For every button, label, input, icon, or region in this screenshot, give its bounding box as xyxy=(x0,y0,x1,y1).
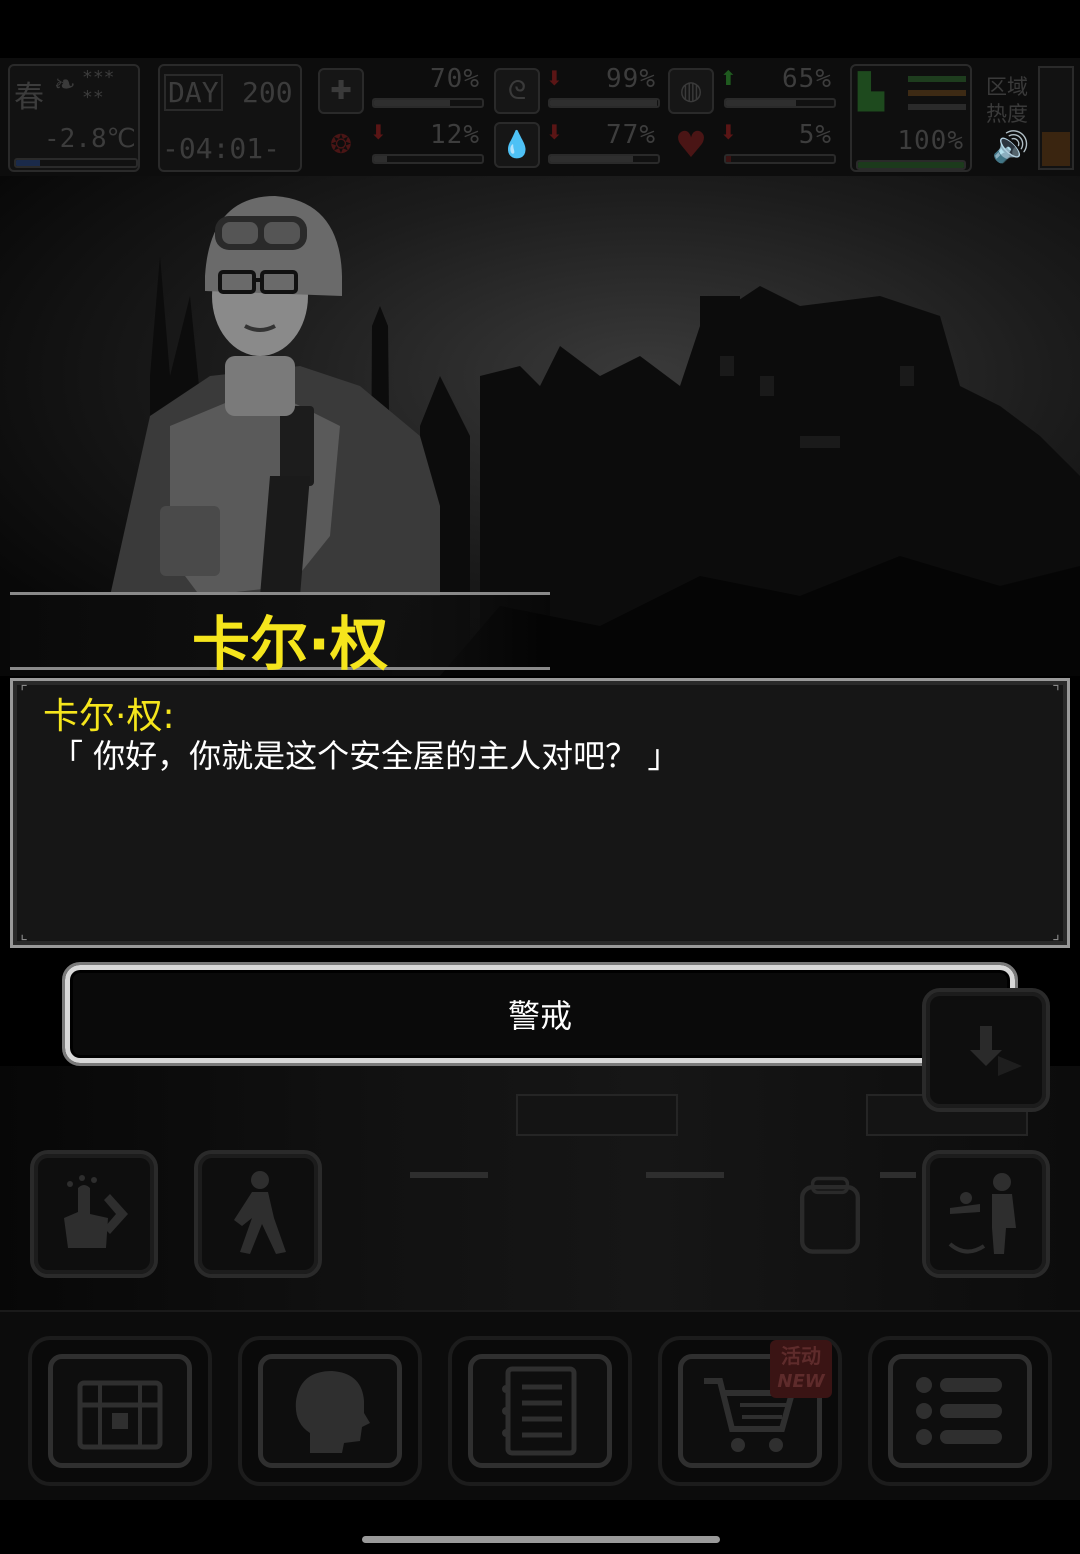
heart-bar xyxy=(724,154,836,164)
journal-button[interactable] xyxy=(448,1336,632,1486)
next-location-button[interactable] xyxy=(922,988,1050,1112)
speaker-icon[interactable]: 🔊 xyxy=(992,130,1029,165)
fatigue-trend-up-icon: ⬆ xyxy=(720,66,737,90)
home-indicator[interactable] xyxy=(362,1536,720,1543)
backpack-icon xyxy=(800,1176,860,1254)
stamina-stripes xyxy=(908,76,966,110)
health-value: 70% xyxy=(430,64,480,94)
corner-ornament-icon: ⌟ xyxy=(1052,924,1060,943)
corner-ornament-icon: ⌝ xyxy=(1052,682,1060,701)
chest-icon xyxy=(77,1380,163,1450)
fight-icon xyxy=(948,1173,1016,1254)
location-plate xyxy=(516,1094,678,1136)
tap-interact-button[interactable] xyxy=(30,1150,158,1278)
path-line xyxy=(646,1172,724,1178)
water-drop-icon: 💧 xyxy=(494,122,540,168)
game-action-area xyxy=(0,988,1080,1310)
temperature-bar xyxy=(14,158,138,168)
stamina-value: 100% xyxy=(897,126,964,156)
dialog-text: 「 你好，你就是这个安全屋的主人对吧？ 」 xyxy=(51,737,680,775)
stamina-panel: ▙ 100% xyxy=(850,64,972,172)
zone-heat-label: 区域 热度 xyxy=(986,75,1028,126)
event-new-badge: 活动 NEW xyxy=(770,1340,832,1398)
day-clock-panel: DAY 200 -04:01- xyxy=(158,64,302,172)
boot-icon: ▙ xyxy=(858,72,885,112)
day-label: DAY xyxy=(164,74,223,111)
status-bar: 春 ❧ *** ** -2.8℃ DAY 200 -04:01- ✚ 70% ᘓ… xyxy=(0,58,1080,176)
clock-label: -04:01- xyxy=(162,132,281,165)
season-weather-panel: 春 ❧ *** ** -2.8℃ xyxy=(8,64,140,172)
stamina-bar xyxy=(856,160,966,170)
temperature-label: -2.8℃ xyxy=(44,124,136,154)
hunger-bar xyxy=(548,98,660,108)
season-label: 春 xyxy=(14,80,44,115)
thirst-value: 77% xyxy=(606,120,656,150)
journal-icon xyxy=(502,1366,577,1456)
weather-label: *** ** xyxy=(82,67,115,108)
walk-icon xyxy=(234,1171,286,1254)
menu-list-icon xyxy=(916,1377,1002,1445)
npc-name-plate: 卡尔·权 xyxy=(10,592,550,678)
day-number: 200 xyxy=(242,76,293,109)
fight-button[interactable] xyxy=(922,1150,1050,1278)
medkit-icon: ✚ xyxy=(318,68,364,114)
corner-ornament-icon: ⌞ xyxy=(20,924,28,943)
bottom-menu xyxy=(0,1310,1080,1500)
event-badge-bottom: NEW xyxy=(777,1371,825,1392)
storage-chest-button[interactable] xyxy=(28,1336,212,1486)
npc-name: 卡尔·权 xyxy=(191,610,389,678)
hunger-value: 99% xyxy=(606,64,656,94)
fatigue-value: 65% xyxy=(782,64,832,94)
path-line xyxy=(410,1172,488,1178)
heart-value: 5% xyxy=(798,120,832,150)
backpack-button[interactable] xyxy=(778,1150,882,1310)
helmet-icon: ◍ xyxy=(668,68,714,114)
dialog-option-button[interactable]: 警戒 xyxy=(62,962,1018,1066)
leaf-icon: ❧ xyxy=(54,70,76,100)
skills-button[interactable] xyxy=(238,1336,422,1486)
stomach-icon: ᘓ xyxy=(494,68,540,114)
corner-ornament-icon: ⌜ xyxy=(20,682,28,701)
heart-trend-down-icon: ⬇ xyxy=(720,120,737,144)
event-badge-top: 活动 xyxy=(781,1344,821,1368)
thirst-bar xyxy=(548,154,660,164)
dialog-option-label: 警戒 xyxy=(507,997,572,1035)
fatigue-bar xyxy=(724,98,836,108)
brain-icon: ❂ xyxy=(330,130,352,160)
mind-icon xyxy=(295,1371,370,1453)
health-bar xyxy=(372,98,484,108)
main-menu-button[interactable] xyxy=(868,1336,1052,1486)
walk-button[interactable] xyxy=(194,1150,322,1278)
path-line xyxy=(880,1172,916,1178)
zone-heat-meter xyxy=(1038,66,1074,170)
dialog-box: ⌜ ⌝ ⌞ ⌟ 卡尔·权: 「 你好，你就是这个安全屋的主人对吧？ 」 xyxy=(10,678,1070,948)
tap-arrow-icon xyxy=(64,1175,128,1248)
infection-bar xyxy=(372,154,484,164)
infection-value: 12% xyxy=(430,120,480,150)
down-arrow-icon xyxy=(970,1026,1022,1076)
heart-icon: ♥ xyxy=(674,124,708,166)
